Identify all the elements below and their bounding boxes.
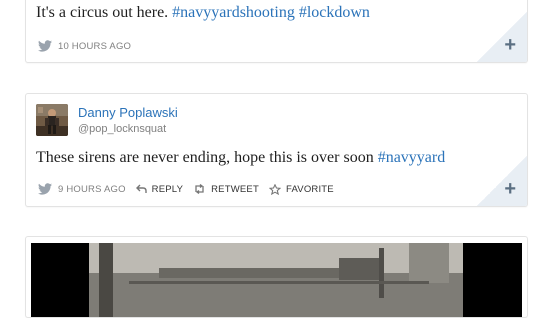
favorite-label: FAVORITE: [285, 183, 334, 195]
plus-icon[interactable]: +: [504, 35, 516, 55]
embedded-photo[interactable]: [31, 243, 522, 317]
tweet-card: Danny Poplawski @pop_locknsquat These si…: [25, 93, 528, 207]
tweet-meta: 10 HOURS AGO: [38, 39, 141, 53]
expand-corner: [477, 12, 527, 62]
tweet-timestamp[interactable]: 10 HOURS AGO: [58, 41, 131, 52]
hashtag-link[interactable]: #navyyardshooting: [172, 4, 295, 21]
tweet-timestamp[interactable]: 9 HOURS AGO: [58, 184, 126, 195]
tweet-meta: 9 HOURS AGO REPLY RETWEET FAVORITE: [38, 182, 344, 196]
author-handle[interactable]: @pop_locknsquat: [78, 123, 166, 135]
photo-image: [89, 243, 463, 317]
twitter-bird-icon: [38, 183, 52, 195]
retweet-icon: [195, 184, 204, 194]
reply-button[interactable]: REPLY: [135, 183, 184, 195]
avatar-image: [36, 104, 68, 136]
reply-icon: [135, 184, 147, 193]
hashtag-link[interactable]: #lockdown: [299, 4, 370, 21]
reply-label: REPLY: [151, 183, 184, 195]
hashtag-link[interactable]: #navyyard: [378, 149, 446, 166]
tweet-text: These sirens are never ending, hope this…: [36, 149, 446, 166]
author-name[interactable]: Danny Poplawski: [78, 105, 178, 120]
tweet-text: It's a circus out here. #navyyardshootin…: [36, 4, 370, 21]
tweet-card: It's a circus out here. #navyyardshootin…: [25, 0, 528, 63]
favorite-star-icon: [268, 183, 281, 195]
retweet-label: RETWEET: [211, 183, 259, 195]
retweet-button[interactable]: RETWEET: [193, 184, 259, 195]
twitter-bird-icon: [38, 40, 52, 52]
avatar[interactable]: [36, 104, 68, 136]
media-card: [25, 236, 528, 318]
favorite-button[interactable]: FAVORITE: [268, 183, 334, 195]
plus-icon[interactable]: +: [504, 179, 516, 199]
expand-corner: [477, 156, 527, 206]
